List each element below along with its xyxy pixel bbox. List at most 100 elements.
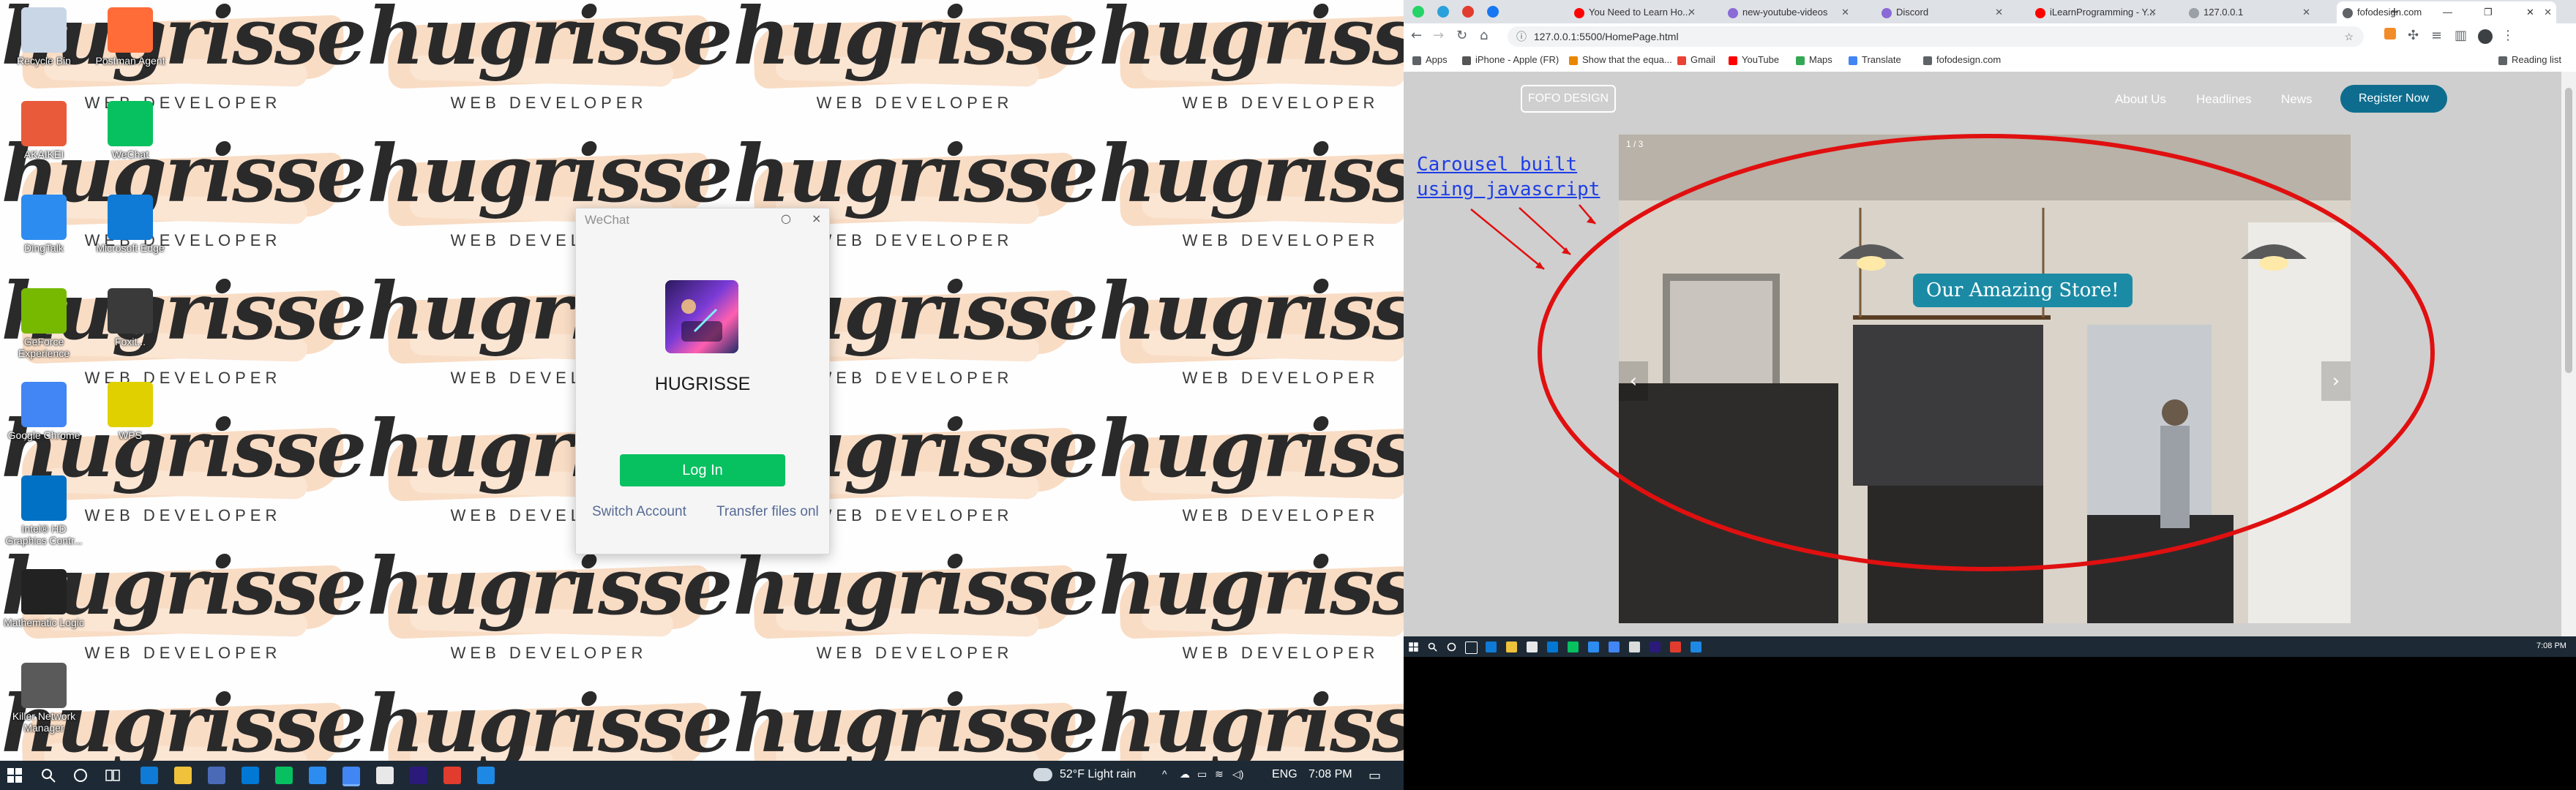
- info-icon[interactable]: ⓘ: [1516, 31, 1527, 42]
- carousel-next-button[interactable]: ›: [2321, 361, 2351, 401]
- desktop-icon[interactable]: WeChat: [86, 101, 174, 160]
- desktop-icon[interactable]: Microsoft Edge: [86, 195, 174, 254]
- scrollbar-thumb[interactable]: [2565, 88, 2572, 373]
- bookmark-item[interactable]: iPhone - Apple (FR): [1462, 54, 1559, 65]
- reload-icon[interactable]: ↻: [1456, 28, 1467, 43]
- vscode-icon[interactable]: [477, 767, 495, 784]
- tab-close-icon[interactable]: ✕: [2149, 1, 2157, 23]
- dingtalk-icon[interactable]: [309, 767, 326, 784]
- edge-icon[interactable]: [1486, 642, 1497, 652]
- browser-tab[interactable]: iLearnProgramming - Y... ✕: [2029, 1, 2161, 23]
- edge-icon[interactable]: [141, 767, 158, 784]
- wechat-login-window[interactable]: WeChat ○ × HUGRISSE Log In Switch Accoun…: [575, 208, 830, 554]
- browser-tab[interactable]: Discord ✕: [1876, 1, 2007, 23]
- profile-avatar[interactable]: [2478, 29, 2493, 44]
- notes-icon[interactable]: [1629, 642, 1640, 652]
- battery-icon[interactable]: ▭: [1197, 768, 1207, 780]
- extension-fox-icon[interactable]: [2384, 28, 2396, 40]
- nav-about-us[interactable]: About Us: [2115, 92, 2166, 107]
- pinned-tab[interactable]: [1437, 6, 1449, 18]
- desktop-icon[interactable]: GeForce Experience: [0, 288, 88, 359]
- wechat-icon[interactable]: [275, 767, 293, 784]
- new-tab-button[interactable]: +: [2384, 1, 2405, 23]
- media-icon[interactable]: ≡: [2431, 28, 2442, 43]
- extensions-puzzle-icon[interactable]: ✣: [2408, 28, 2419, 43]
- mail-icon[interactable]: [242, 767, 259, 784]
- notepad-icon[interactable]: [376, 767, 394, 784]
- windows-start-icon[interactable]: [6, 767, 23, 784]
- chevron-up-icon[interactable]: ^: [1162, 768, 1167, 780]
- file-explorer-icon[interactable]: [174, 767, 192, 784]
- volume-icon[interactable]: ◁): [1232, 768, 1243, 780]
- bookmark-item[interactable]: fofodesign.com: [1923, 54, 2001, 65]
- transfer-files-link[interactable]: Transfer files onl: [716, 504, 819, 520]
- bookmark-item[interactable]: Show that the equa...: [1569, 54, 1672, 65]
- page-scrollbar[interactable]: [2561, 72, 2576, 636]
- task-view-icon[interactable]: [104, 767, 121, 784]
- windows-start-icon[interactable]: [1408, 642, 1419, 652]
- network-icon[interactable]: ≋: [1215, 768, 1224, 780]
- pinned-tab[interactable]: [1462, 6, 1474, 18]
- sidebar-icon[interactable]: ▥: [2455, 28, 2467, 43]
- desktop-icon[interactable]: Recycle Bin: [0, 7, 88, 67]
- switch-account-link[interactable]: Switch Account: [592, 504, 686, 520]
- weather-text[interactable]: 52°F Light rain: [1060, 768, 1136, 781]
- desktop-icon[interactable]: Foxit...: [86, 288, 174, 347]
- clock[interactable]: 7:08 PM: [2536, 642, 2566, 650]
- tab-close-icon[interactable]: ✕: [1688, 1, 1696, 23]
- tab-close-icon[interactable]: ✕: [1995, 1, 2003, 23]
- language-indicator[interactable]: ENG: [1272, 768, 1298, 781]
- premiere-icon[interactable]: [1650, 642, 1660, 652]
- minimize-icon[interactable]: —: [2443, 1, 2465, 23]
- maximize-icon[interactable]: ❐: [2484, 1, 2506, 23]
- bookmark-star-icon[interactable]: ☆: [2344, 26, 2354, 47]
- desktop-icon[interactable]: Google Chrome: [0, 382, 88, 441]
- desktop-icon[interactable]: Mathematic Logic: [0, 569, 88, 628]
- desktop-icon[interactable]: Intel® HD Graphics Contr...: [0, 475, 88, 546]
- site-logo[interactable]: FOFO DESIGN: [1521, 85, 1616, 113]
- bookmark-item[interactable]: Translate: [1849, 54, 1901, 65]
- pdf-reader-icon[interactable]: [1670, 642, 1681, 652]
- bookmark-item[interactable]: Maps: [1796, 54, 1832, 65]
- nav-headlines[interactable]: Headlines: [2196, 92, 2252, 107]
- pinned-tab[interactable]: [1412, 6, 1424, 18]
- notifications-icon[interactable]: ▭: [1368, 768, 1381, 783]
- back-icon[interactable]: ←: [1411, 28, 1422, 43]
- desktop-icon[interactable]: AKAIKEI: [0, 101, 88, 160]
- pinned-tab[interactable]: [1487, 6, 1499, 18]
- bookmark-item[interactable]: Apps: [1412, 54, 1448, 65]
- home-icon[interactable]: ⌂: [1480, 28, 1488, 43]
- notepad-icon[interactable]: [1527, 642, 1538, 652]
- register-now-button[interactable]: Register Now: [2340, 85, 2447, 113]
- search-icon[interactable]: [40, 767, 57, 784]
- window-close-icon[interactable]: ✕: [2526, 1, 2548, 23]
- carousel-prev-button[interactable]: ‹: [1619, 361, 1648, 401]
- chrome-icon[interactable]: [1609, 642, 1620, 652]
- desktop-icon[interactable]: DingTalk: [0, 195, 88, 254]
- nav-news[interactable]: News: [2281, 92, 2313, 107]
- search-icon[interactable]: [1427, 642, 1438, 652]
- store-icon[interactable]: [208, 767, 225, 784]
- pdf-reader-icon[interactable]: [443, 767, 461, 784]
- chrome-menu-icon[interactable]: ⋮: [2501, 28, 2515, 43]
- mail-icon[interactable]: [1547, 642, 1558, 652]
- desktop-icon[interactable]: WPS: [86, 382, 174, 441]
- browser-tab[interactable]: 127.0.0.1 ✕: [2183, 1, 2315, 23]
- settings-icon[interactable]: ○: [781, 211, 791, 225]
- cortana-icon[interactable]: [72, 767, 89, 784]
- browser-tab[interactable]: new-youtube-videos ✕: [1722, 1, 1854, 23]
- task-view-icon[interactable]: [1465, 642, 1478, 654]
- cortana-icon[interactable]: [1446, 642, 1457, 652]
- carousel[interactable]: 1 / 3 ‹ › Our Amazing Store!: [1619, 135, 2351, 623]
- browser-tab[interactable]: You Need to Learn Ho... ✕: [1568, 1, 1700, 23]
- tab-close-icon[interactable]: ✕: [2302, 1, 2310, 23]
- clock[interactable]: 7:08 PM: [1308, 768, 1352, 781]
- desktop-icon[interactable]: Killer Network Manager: [0, 663, 88, 734]
- wechat-icon[interactable]: [1568, 642, 1579, 652]
- bookmark-item[interactable]: Gmail: [1677, 54, 1715, 65]
- dingtalk-icon[interactable]: [1588, 642, 1599, 652]
- premiere-icon[interactable]: [410, 767, 427, 784]
- reading-list[interactable]: Reading list: [2498, 54, 2561, 65]
- tab-close-icon[interactable]: ✕: [1841, 1, 1849, 23]
- close-icon[interactable]: ×: [812, 211, 821, 225]
